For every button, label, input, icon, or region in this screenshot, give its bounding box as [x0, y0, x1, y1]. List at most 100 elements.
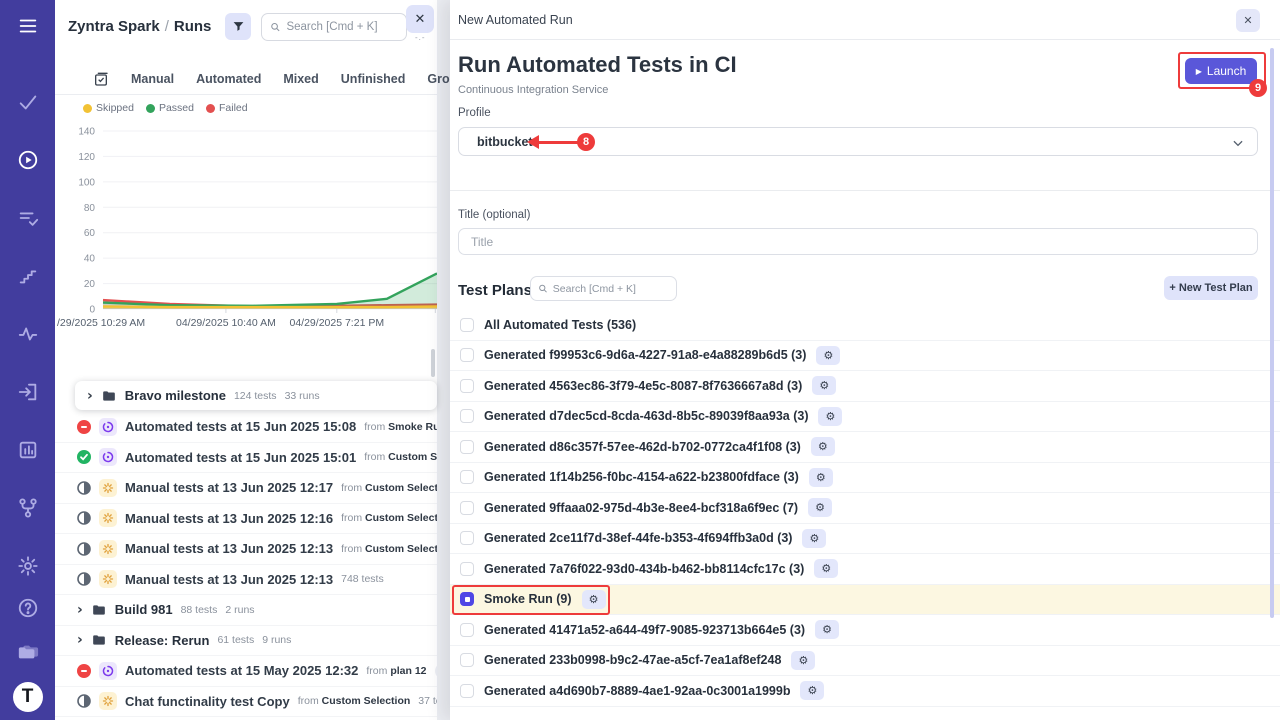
nav-settings-gear-icon[interactable] — [14, 552, 42, 580]
test-plan-label: Generated 7a76f022-93d0-434b-b462-bb8114… — [484, 562, 804, 576]
test-plan-checkbox[interactable] — [460, 440, 474, 454]
test-plan-checkbox[interactable] — [460, 348, 474, 362]
test-plan-checkbox[interactable] — [460, 470, 474, 484]
chevron-right-icon[interactable]: › — [77, 603, 83, 617]
test-plan-checkbox[interactable] — [460, 623, 474, 637]
nav-runs-play-circle-icon[interactable] — [14, 146, 42, 174]
nav-milestones-steps-icon[interactable] — [14, 262, 42, 290]
folder-row[interactable]: ›Build 98188 tests2 runs — [55, 595, 437, 626]
launch-button[interactable]: ▶ Launch — [1185, 58, 1257, 84]
test-plans-search — [530, 276, 677, 301]
breadcrumb-project[interactable]: Zyntra Spark — [68, 18, 160, 35]
test-plan-settings-button[interactable]: ⚙ — [816, 346, 840, 365]
test-plan-row[interactable]: Generated 9ffaaa02-975d-4b3e-8ee4-bcf318… — [450, 493, 1280, 524]
test-plan-checkbox[interactable] — [460, 531, 474, 545]
legend-label: Passed — [159, 102, 194, 114]
run-row[interactable]: Automated tests at 15 Jun 2025 15:08from… — [55, 412, 437, 443]
folder-row[interactable]: ›Bravo milestone124 tests33 runs — [75, 381, 437, 410]
title-input[interactable] — [458, 228, 1258, 255]
status-partial-icon — [77, 572, 91, 586]
nav-import-import-icon[interactable] — [14, 378, 42, 406]
new-test-plan-button[interactable]: + New Test Plan — [1164, 276, 1258, 300]
run-config-badge[interactable]: ⚙test — [435, 663, 438, 679]
test-plan-row[interactable]: Generated d7dec5cd-8cda-463d-8b5c-89039f… — [450, 402, 1280, 433]
legend-passed[interactable]: Passed — [146, 102, 194, 114]
gear-icon: ⚙ — [816, 472, 826, 483]
test-plan-row[interactable]: Generated 7a76f022-93d0-434b-b462-bb8114… — [450, 554, 1280, 585]
gear-icon: ⚙ — [819, 380, 829, 391]
test-plan-row[interactable]: Generated 4563ec86-3f79-4e5c-8087-8f7636… — [450, 371, 1280, 402]
run-row[interactable]: Manual tests at 13 Jun 2025 12:13748 tes… — [55, 565, 437, 596]
test-plan-row[interactable]: Generated 233b0998-b9c2-47ae-a5cf-7ea1af… — [450, 646, 1280, 677]
profile-select[interactable]: bitbucket — [458, 127, 1258, 156]
test-plan-row[interactable]: Generated 41471a52-a644-49f7-9085-923713… — [450, 615, 1280, 646]
tab-mixed[interactable]: Mixed — [283, 72, 318, 86]
gear-icon: ⚙ — [818, 441, 828, 452]
test-plan-settings-button[interactable]: ⚙ — [814, 559, 838, 578]
run-row[interactable]: Automated tests at 15 May 2025 12:32from… — [55, 656, 437, 687]
nav-branches-fork-icon[interactable] — [14, 494, 42, 522]
test-plan-settings-button[interactable]: ⚙ — [812, 376, 836, 395]
chevron-right-icon[interactable]: › — [87, 389, 93, 403]
test-plan-checkbox[interactable] — [460, 592, 474, 606]
test-plan-row[interactable]: All Automated Tests (536) — [450, 310, 1280, 341]
drawer-scrollbar[interactable] — [1270, 48, 1274, 618]
drawer-title: New Automated Run — [458, 13, 573, 27]
runs-search-input[interactable] — [286, 21, 398, 33]
test-plan-settings-button[interactable]: ⚙ — [800, 681, 824, 700]
resize-handle-icon: -.- — [415, 36, 427, 40]
test-plan-settings-button[interactable]: ⚙ — [815, 620, 839, 639]
nav-test-plans-list-check-icon[interactable] — [14, 204, 42, 232]
test-plan-settings-button[interactable]: ⚙ — [811, 437, 835, 456]
run-tests-count: 37 tests — [418, 695, 437, 707]
test-plan-settings-button[interactable]: ⚙ — [808, 498, 832, 517]
test-plan-row[interactable]: Smoke Run (9)⚙ — [450, 585, 1280, 616]
help-button-help-icon[interactable] — [14, 594, 42, 622]
svg-text:100: 100 — [78, 177, 95, 188]
legend-skipped[interactable]: Skipped — [83, 102, 134, 114]
chevron-right-icon[interactable]: › — [77, 633, 83, 647]
run-row[interactable]: Manual tests at 13 Jun 2025 12:17from Cu… — [55, 473, 437, 504]
runs-panel-close-button[interactable]: ✕ — [406, 5, 434, 33]
test-plan-checkbox[interactable] — [460, 653, 474, 667]
tab-manual[interactable]: Manual — [131, 72, 174, 86]
test-plan-row[interactable]: Generated 2ce11f7d-38ef-44fe-b353-4f694f… — [450, 524, 1280, 555]
test-plan-checkbox[interactable] — [460, 501, 474, 515]
test-plan-settings-button[interactable]: ⚙ — [791, 651, 815, 670]
test-plan-settings-button[interactable]: ⚙ — [818, 407, 842, 426]
select-runs-icon[interactable] — [93, 71, 109, 87]
test-plan-checkbox[interactable] — [460, 409, 474, 423]
gear-icon: ⚙ — [808, 685, 818, 696]
test-plan-row[interactable]: Generated 1f14b256-f0bc-4154-a622-b23800… — [450, 463, 1280, 494]
projects-button-folders-icon[interactable] — [14, 638, 42, 666]
test-plan-checkbox[interactable] — [460, 562, 474, 576]
legend-failed[interactable]: Failed — [206, 102, 248, 114]
drawer-close-button[interactable]: ✕ — [1236, 9, 1260, 32]
test-plan-settings-button[interactable]: ⚙ — [802, 529, 826, 548]
nav-pulse-pulse-icon[interactable] — [14, 320, 42, 348]
folder-row[interactable]: ›Release: Rerun61 tests9 runs — [55, 626, 437, 657]
test-plan-settings-button[interactable]: ⚙ — [809, 468, 833, 487]
run-row[interactable]: Chat functinality test Copyfrom Custom S… — [55, 687, 437, 718]
test-plan-checkbox[interactable] — [460, 318, 474, 332]
test-plan-checkbox[interactable] — [460, 379, 474, 393]
test-plan-row[interactable]: Generated d86c357f-57ee-462d-b702-0772ca… — [450, 432, 1280, 463]
legend-dot-icon — [83, 104, 92, 113]
run-row[interactable]: Manual tests at 13 Jun 2025 12:13from Cu… — [55, 534, 437, 565]
runs-list-scrollbar[interactable] — [431, 349, 435, 377]
test-plan-settings-button[interactable]: ⚙ — [582, 590, 606, 609]
nav-analytics-bar-chart-icon[interactable] — [14, 436, 42, 464]
menu-button[interactable] — [14, 12, 42, 40]
run-row[interactable]: Automated tests at 15 Jun 2025 15:01from… — [55, 443, 437, 474]
tab-automated[interactable]: Automated — [196, 72, 261, 86]
test-plan-row[interactable]: Generated f99953c6-9d6a-4227-91a8-e4a882… — [450, 341, 1280, 372]
tab-unfinished[interactable]: Unfinished — [341, 72, 406, 86]
test-plan-label: Generated 233b0998-b9c2-47ae-a5cf-7ea1af… — [484, 653, 781, 667]
test-plan-row[interactable]: Generated a4d690b7-8889-4ae1-92aa-0c3001… — [450, 676, 1280, 707]
filter-button[interactable] — [225, 13, 251, 40]
nav-tests-check-icon[interactable] — [14, 88, 42, 116]
test-plan-checkbox[interactable] — [460, 684, 474, 698]
app-logo[interactable]: T — [13, 682, 43, 712]
run-row[interactable]: Manual tests at 13 Jun 2025 12:16from Cu… — [55, 504, 437, 535]
test-plans-search-input[interactable] — [553, 283, 669, 295]
